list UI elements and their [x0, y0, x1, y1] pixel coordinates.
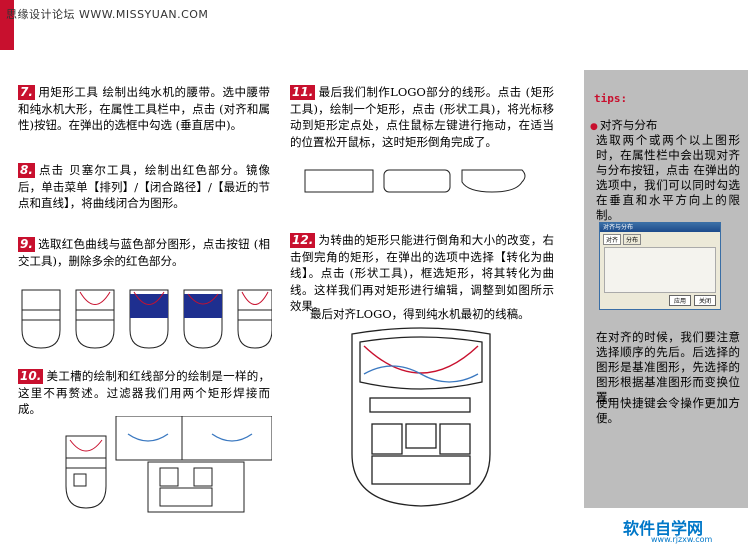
- tips-heading-text: 对齐与分布: [599, 118, 658, 132]
- step-8: 8. 点击 贝塞尔工具，绘制出红色部分。镜像后，单击菜单【排列】/【闭合路径】/【…: [18, 162, 270, 212]
- final-caption: 最后对齐LOGO，得到纯水机最初的线稿。: [310, 307, 530, 321]
- step-text: 点击 贝塞尔工具，绘制出红色部分。镜像后，单击菜单【排列】/【闭合路径】/【最近…: [18, 163, 270, 210]
- step-7: 7. 用矩形工具 绘制出纯水机的腰带。选中腰带和纯水机大形，在属性工具栏中，点击 …: [18, 84, 270, 134]
- step-9-illustration: [21, 289, 272, 349]
- tips-para-2: 在对齐的时候，我们要注意选择顺序的先后。后选择的图形是基准图形，先选择的图形根据…: [596, 330, 740, 404]
- step-10-illustration: [65, 416, 272, 513]
- step-number: 11.: [290, 85, 316, 100]
- step-9: 9. 选取红色曲线与蓝色部分图形，点击按钮 (相交工具)，删除多余的红色部分。: [18, 236, 270, 269]
- step-number: 7.: [18, 85, 35, 100]
- step-number: 10.: [18, 369, 44, 384]
- step-11: 11. 最后我们制作LOGO部分的线形。点击 (矩形工具)，绘制一个矩形，点击 (…: [290, 84, 554, 150]
- dialog-options-panel: [604, 247, 716, 293]
- final-machine-drawing: [351, 327, 491, 507]
- step-text: 最后我们制作LOGO部分的线形。点击 (矩形工具)，绘制一个矩形，点击 (形状工…: [290, 85, 554, 149]
- step-text: 为转曲的矩形只能进行倒角和大小的改变，右击倒完角的矩形，在弹出的选项中选择【转化…: [290, 233, 554, 313]
- dialog-close-button: 关闭: [693, 295, 716, 306]
- step-text: 美工槽的绘制和红线部分的绘制是一样的，这里不再赘述。过滤器我们用两个矩形焊接而成…: [18, 369, 270, 416]
- tips-para-3: 使用快捷键会令操作更加方便。: [596, 396, 740, 425]
- dialog-title: 对齐与分布: [600, 223, 720, 232]
- step-number: 9.: [18, 237, 35, 252]
- dialog-apply-button: 应用: [668, 295, 691, 306]
- dialog-tab-distribute: 分布: [623, 234, 642, 245]
- footer-url: www.rjzxw.com: [651, 535, 713, 544]
- tips-label: tips:: [594, 92, 628, 105]
- step-text: 选取红色曲线与蓝色部分图形，点击按钮 (相交工具)，删除多余的红色部分。: [18, 237, 270, 268]
- site-header: 思缘设计论坛 WWW.MISSYUAN.COM: [6, 8, 209, 21]
- bullet-icon: ●: [590, 122, 598, 132]
- step-text: 用矩形工具 绘制出纯水机的腰带。选中腰带和纯水机大形，在属性工具栏中，点击 (对…: [18, 85, 270, 132]
- step-number: 8.: [18, 163, 35, 178]
- align-dialog-image: 对齐与分布 对齐 分布 应用 关闭: [599, 222, 721, 310]
- step-12: 12. 为转曲的矩形只能进行倒角和大小的改变，右击倒完角的矩形，在弹出的选项中选择…: [290, 232, 554, 315]
- tips-para-1: 选取两个或两个以上图形时，在属性栏中会出现对齐与分布按钮，点击 在弹出的选项中，…: [596, 133, 740, 222]
- step-number: 12.: [290, 233, 316, 248]
- step-10: 10. 美工槽的绘制和红线部分的绘制是一样的，这里不再赘述。过滤器我们用两个矩形焊…: [18, 368, 270, 418]
- dialog-tab-align: 对齐: [603, 234, 622, 245]
- step-11-illustration: [304, 169, 526, 193]
